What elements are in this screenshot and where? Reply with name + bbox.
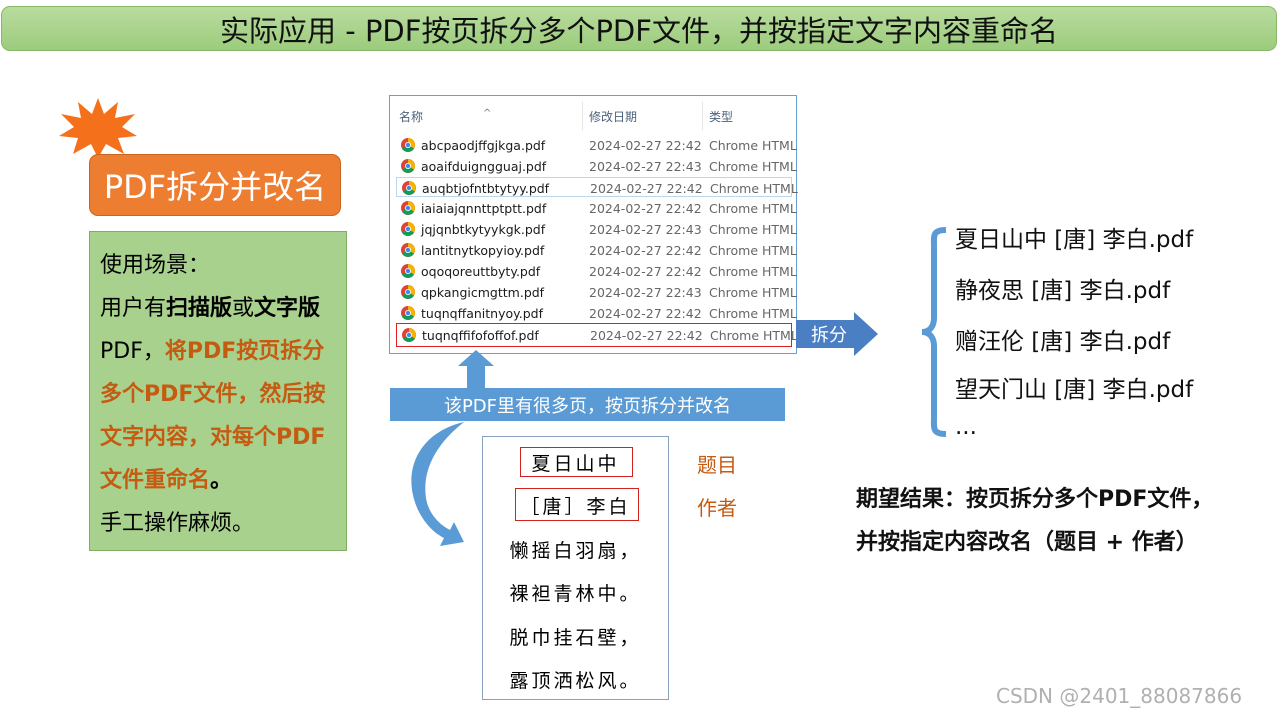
poem-line: 露顶洒松风。 (509, 670, 642, 692)
scenario-box: 使用场景： 用户有扫描版或文字版PDF，将PDF按页拆分多个PDF文件，然后按文… (89, 231, 347, 551)
file-row[interactable]: qpkangicmgttm.pdf 2024-02-27 22:43 Chrome … (396, 282, 797, 302)
file-name: tuqnqffifofoffof.pdf (422, 328, 539, 343)
expected-result-line2: 并按指定内容改名（题目 + 作者） (856, 530, 1198, 555)
output-file: 望天门山 [唐] 李白.pdf (955, 377, 1194, 403)
split-label: 拆分 (798, 320, 860, 348)
starburst-icon (59, 98, 137, 158)
chrome-icon (402, 328, 416, 342)
poem-author: ［唐］李白 (520, 496, 631, 518)
scenario-note: 手工操作麻烦。 (100, 511, 255, 536)
poem-title: 夏日山中 (531, 453, 620, 475)
file-name: iaiaiajqnnttptptt.pdf (421, 201, 547, 216)
file-type: Chrome HTML (709, 243, 797, 258)
output-file: 夏日山中 [唐] 李白.pdf (955, 227, 1194, 253)
brace-icon (921, 227, 947, 437)
file-type: Chrome HTML (710, 328, 798, 343)
file-row[interactable]: aoaifduigngguaj.pdf 2024-02-27 22:43 Chrom… (396, 156, 797, 176)
chrome-icon (401, 138, 415, 152)
description-box: 该PDF里有很多页，按页拆分并改名 (390, 388, 785, 421)
file-date: 2024-02-27 22:42 (589, 201, 702, 216)
file-name: tuqnqffanitnyoy.pdf (421, 306, 544, 321)
chrome-icon (402, 181, 416, 195)
file-row[interactable]: auqbtjofntbtytyy.pdf 2024-02-27 22:42 Chro… (396, 177, 798, 197)
file-name: aoaifduigngguaj.pdf (421, 159, 547, 174)
file-type: Chrome HTML (709, 138, 797, 153)
output-ellipsis: ... (955, 414, 977, 440)
file-name: jqjqnbtkytyykgk.pdf (421, 222, 546, 237)
file-name: oqoqoreuttbyty.pdf (421, 264, 541, 279)
poem-line: 裸袒青林中。 (509, 583, 642, 605)
author-label: 作者 (697, 496, 737, 520)
output-file: 静夜思 [唐] 李白.pdf (955, 278, 1171, 304)
file-type: Chrome HTML (710, 181, 798, 196)
chrome-icon (401, 201, 415, 215)
file-date: 2024-02-27 22:42 (589, 264, 702, 279)
scenario-text: 用户有扫描版或文字版PDF，将PDF按页拆分多个PDF文件，然后按文字内容，对每… (100, 296, 326, 493)
expected-result-line1: 期望结果：按页拆分多个PDF文件， (856, 487, 1214, 512)
file-date: 2024-02-27 22:42 (589, 243, 702, 258)
file-name: auqbtjofntbtytyy.pdf (422, 181, 550, 196)
curved-arrow-icon (411, 422, 464, 546)
file-date: 2024-02-27 22:42 (590, 328, 703, 343)
file-date: 2024-02-27 22:43 (589, 159, 702, 174)
poem-line: 脱巾挂石壁， (509, 627, 642, 649)
file-row[interactable]: jqjqnbtkytyykgk.pdf 2024-02-27 22:43 Chrom… (396, 219, 797, 239)
file-row-selected[interactable]: tuqnqffifofoffof.pdf 2024-02-27 22:42 Chro… (396, 323, 798, 347)
file-type: Chrome HTML (709, 264, 797, 279)
file-row[interactable]: abcpaodjffgjkga.pdf 2024-02-27 22:42 Chrom… (396, 135, 797, 155)
up-arrow-icon (458, 350, 494, 388)
file-type: Chrome HTML (709, 159, 797, 174)
file-row[interactable]: iaiaiajqnnttptptt.pdf 2024-02-27 22:42 Chr… (396, 198, 797, 218)
chrome-icon (401, 306, 415, 320)
column-name[interactable]: 名称 (399, 108, 423, 125)
output-file: 赠汪伦 [唐] 李白.pdf (955, 329, 1171, 355)
file-type: Chrome HTML (709, 201, 797, 216)
chrome-icon (401, 243, 415, 257)
poem-page: 夏日山中 ［唐］李白 懒摇白羽扇， 裸袒青林中。 脱巾挂石壁， 露顶洒松风。 (482, 436, 669, 700)
file-date: 2024-02-27 22:42 (589, 306, 702, 321)
chrome-icon (401, 285, 415, 299)
file-name: lantitnytkopyioy.pdf (421, 243, 545, 258)
file-type: Chrome HTML (709, 306, 797, 321)
chrome-icon (401, 264, 415, 278)
file-name: abcpaodjffgjkga.pdf (421, 138, 546, 153)
scenario-heading: 使用场景： (100, 253, 211, 278)
column-date[interactable]: 修改日期 (589, 108, 637, 125)
sort-up-icon: ^ (483, 108, 492, 119)
feature-badge: PDF拆分并改名 (89, 154, 341, 216)
file-type: Chrome HTML (709, 285, 797, 300)
title-label: 题目 (697, 453, 737, 477)
file-name: qpkangicmgttm.pdf (421, 285, 545, 300)
chrome-icon (401, 222, 415, 236)
column-header: ^ 名称 修改日期 类型 (390, 96, 796, 132)
poem-line: 懒摇白羽扇， (509, 540, 642, 562)
chrome-icon (401, 159, 415, 173)
file-row[interactable]: oqoqoreuttbyty.pdf 2024-02-27 22:42 Chrome… (396, 261, 797, 281)
file-date: 2024-02-27 22:43 (589, 285, 702, 300)
file-type: Chrome HTML (709, 222, 797, 237)
file-date: 2024-02-27 22:42 (589, 138, 702, 153)
file-date: 2024-02-27 22:42 (590, 181, 703, 196)
file-row[interactable]: lantitnytkopyioy.pdf 2024-02-27 22:42 Chro… (396, 240, 797, 260)
file-row[interactable]: tuqnqffanitnyoy.pdf 2024-02-27 22:42 Chrom… (396, 303, 797, 323)
column-type[interactable]: 类型 (709, 108, 733, 125)
page-title: 实际应用 - PDF按页拆分多个PDF文件，并按指定文字内容重命名 (1, 6, 1277, 51)
file-explorer: ^ 名称 修改日期 类型 abcpaodjffgjkga.pdf 2024-02-… (389, 95, 798, 354)
watermark: CSDN @2401_88087866 (996, 684, 1243, 708)
file-date: 2024-02-27 22:43 (589, 222, 702, 237)
